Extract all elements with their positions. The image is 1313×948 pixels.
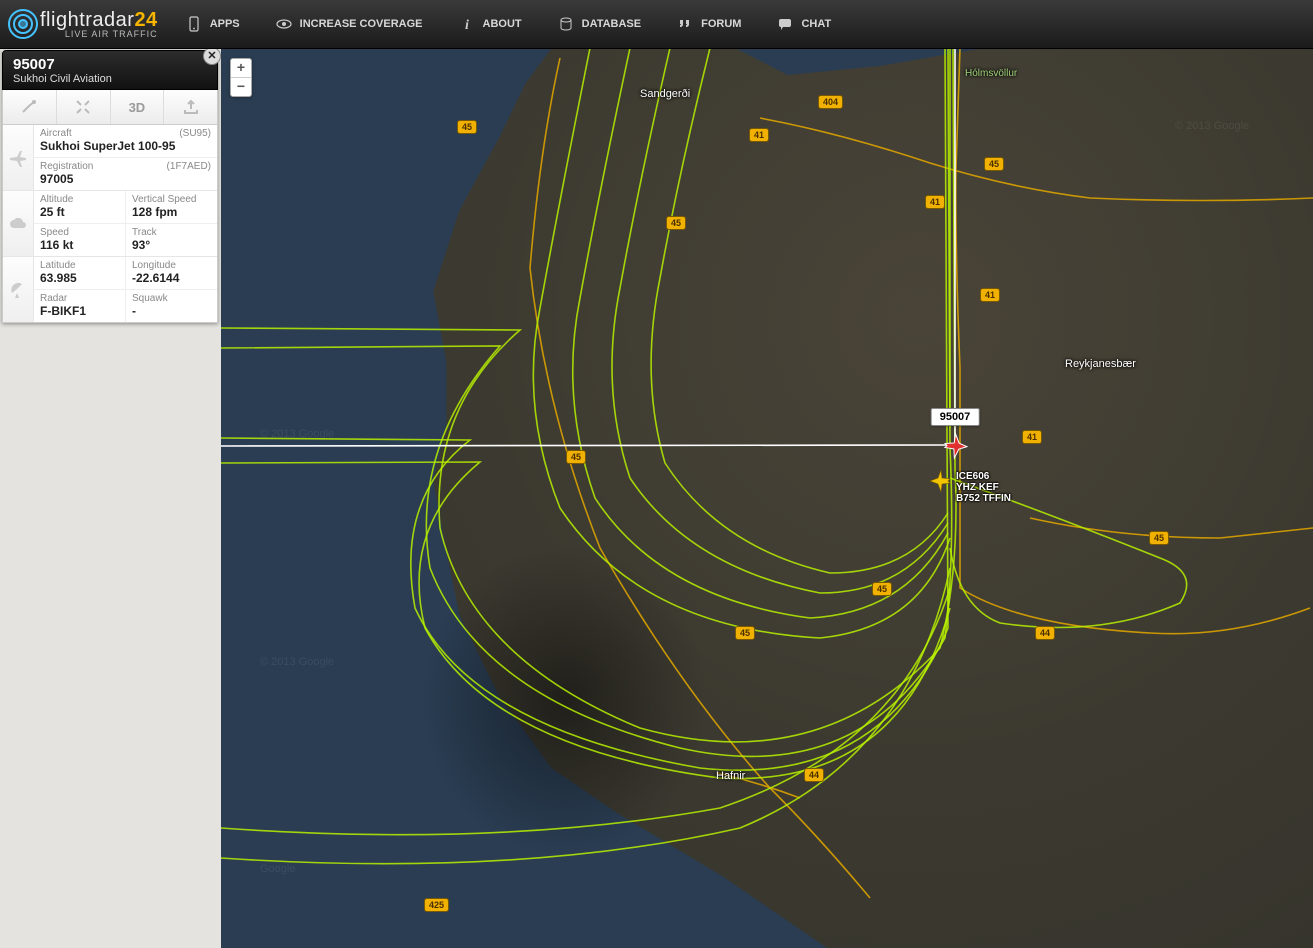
- section-flightdata: Altitude25 ft Vertical Speed128 fpm Spee…: [3, 191, 217, 257]
- radar-label: Radar: [40, 293, 119, 304]
- database-icon: [558, 16, 574, 32]
- nav-about[interactable]: i ABOUT: [441, 0, 540, 48]
- reg-hex: (1F7AED): [167, 161, 211, 172]
- brand-tagline: LIVE AIR TRAFFIC: [40, 30, 158, 39]
- tool-route-button[interactable]: [3, 90, 57, 124]
- panel-toolbar: 3D: [2, 90, 218, 125]
- plane-icon: [3, 125, 34, 190]
- chat-icon: [777, 16, 793, 32]
- phone-icon: [186, 16, 202, 32]
- section-aircraft: (SU95) Aircraft Sukhoi SuperJet 100-95 (…: [3, 125, 217, 191]
- tool-share-button[interactable]: [164, 90, 217, 124]
- selected-flight-label[interactable]: 95007: [931, 408, 980, 426]
- lat-label: Latitude: [40, 260, 119, 271]
- logo[interactable]: flightradar24 LIVE AIR TRAFFIC: [0, 7, 168, 41]
- route-icon: [20, 98, 38, 116]
- aircraft-type: Sukhoi SuperJet 100-95: [40, 139, 211, 153]
- reg-value: 97005: [40, 172, 211, 186]
- lat-value: 63.985: [40, 271, 119, 285]
- panel-header: 95007 Sukhoi Civil Aviation ✕: [2, 50, 218, 90]
- nav-increase-coverage[interactable]: INCREASE COVERAGE: [258, 0, 441, 48]
- other-plane-icon[interactable]: [928, 468, 954, 494]
- trk-label: Track: [132, 227, 211, 238]
- tool-3d-button[interactable]: 3D: [111, 90, 165, 124]
- vs-value: 128 fpm: [132, 205, 211, 219]
- brand-name-b: 24: [134, 9, 157, 31]
- tool-3d-label: 3D: [129, 100, 146, 115]
- tool-center-button[interactable]: [57, 90, 111, 124]
- vs-label: Vertical Speed: [132, 194, 211, 205]
- panel-airline: Sukhoi Civil Aviation: [13, 73, 209, 85]
- collapse-icon: [74, 98, 92, 116]
- spd-value: 116 kt: [40, 238, 119, 252]
- cloud-icon: [3, 191, 34, 256]
- alt-label: Altitude: [40, 194, 119, 205]
- top-nav: flightradar24 LIVE AIR TRAFFIC APPS INCR…: [0, 0, 1313, 49]
- nav-about-label: ABOUT: [483, 18, 522, 30]
- squawk-label: Squawk: [132, 293, 211, 304]
- flight-info-panel: 95007 Sukhoi Civil Aviation ✕ 3D (SU95) …: [2, 50, 218, 323]
- nav-forum[interactable]: FORUM: [659, 0, 759, 48]
- nav-chat-label: CHAT: [801, 18, 831, 30]
- eye-icon: [276, 16, 292, 32]
- panel-close-button[interactable]: ✕: [203, 47, 221, 65]
- nav-database[interactable]: DATABASE: [540, 0, 659, 48]
- share-icon: [182, 98, 200, 116]
- nav-increase-label: INCREASE COVERAGE: [300, 18, 423, 30]
- lon-label: Longitude: [132, 260, 211, 271]
- quote-icon: [677, 16, 693, 32]
- spd-label: Speed: [40, 227, 119, 238]
- info-icon: i: [459, 16, 475, 32]
- radar-icon: [6, 7, 40, 41]
- nav-apps-label: APPS: [210, 18, 240, 30]
- section-position: Latitude63.985 Longitude-22.6144 RadarF-…: [3, 257, 217, 322]
- lon-value: -22.6144: [132, 271, 211, 285]
- radar-value: F-BIKF1: [40, 304, 119, 318]
- nav-apps[interactable]: APPS: [168, 0, 258, 48]
- trk-value: 93°: [132, 238, 211, 252]
- nav-chat[interactable]: CHAT: [759, 0, 849, 48]
- zoom-control: + −: [230, 58, 252, 97]
- zoom-out-button[interactable]: −: [231, 78, 251, 96]
- brand-name-a: flightradar: [40, 9, 134, 31]
- squawk-value: -: [132, 304, 211, 318]
- nav-database-label: DATABASE: [582, 18, 641, 30]
- panel-callsign: 95007: [13, 56, 209, 73]
- svg-text:i: i: [465, 18, 469, 32]
- selected-plane-icon[interactable]: [941, 432, 969, 460]
- alt-value: 25 ft: [40, 205, 119, 219]
- radar-dish-icon: [3, 257, 34, 322]
- aircraft-code: (SU95): [179, 128, 211, 139]
- nav-forum-label: FORUM: [701, 18, 741, 30]
- zoom-in-button[interactable]: +: [231, 59, 251, 78]
